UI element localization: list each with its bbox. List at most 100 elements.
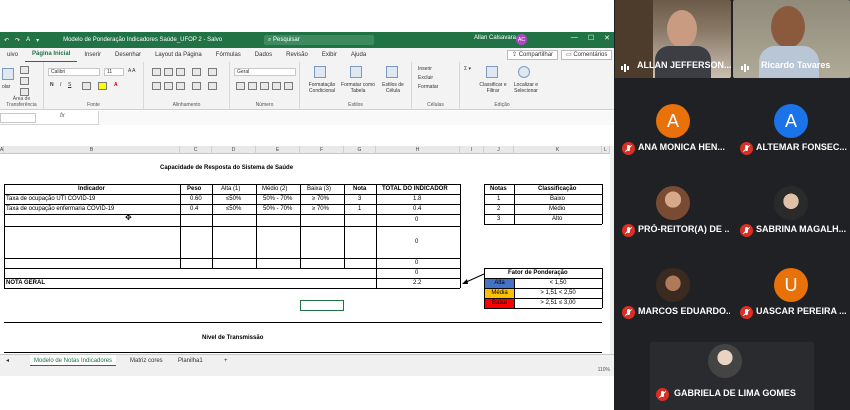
column-header-g[interactable]: G: [344, 146, 376, 154]
sort-filter-label: Classificar e Filtrar: [479, 82, 507, 94]
selected-cell[interactable]: [300, 300, 344, 311]
font-name-select[interactable]: Calibri: [48, 68, 100, 76]
worksheet-grid[interactable]: Capacidade de Resposta do Sistema de Saú…: [0, 154, 610, 354]
column-header-c[interactable]: C: [180, 146, 212, 154]
grow-font-icon[interactable]: A A: [128, 68, 136, 74]
tab-ajuda[interactable]: Ajuda: [344, 48, 373, 62]
format-table-icon[interactable]: [350, 66, 362, 78]
indent-icon[interactable]: [192, 82, 201, 90]
wrap-text-icon[interactable]: [208, 68, 217, 76]
row2-total: 0.4: [413, 206, 422, 212]
find-select-icon[interactable]: [518, 66, 530, 78]
column-header-j[interactable]: J: [484, 146, 514, 154]
font-size-select[interactable]: 11: [104, 68, 124, 76]
column-header-i[interactable]: I: [460, 146, 484, 154]
font-color-icon[interactable]: A: [26, 37, 30, 44]
participant-name: Ricardo Tavares: [761, 60, 831, 70]
sheet-tab-bar: ◂ Modelo de Notas Indicadores Matriz cor…: [0, 354, 614, 367]
align-bottom-icon[interactable]: [176, 68, 185, 76]
insert-cells-button[interactable]: Inserir: [418, 66, 432, 72]
align-right-icon[interactable]: [176, 82, 185, 90]
align-middle-icon[interactable]: [164, 68, 173, 76]
paste-icon[interactable]: [2, 68, 14, 80]
copy-icon[interactable]: [20, 77, 29, 85]
tab-desenhar[interactable]: Desenhar: [108, 48, 148, 62]
participant-name: ALTEMAR FONSEC...: [756, 142, 847, 152]
participant-name: ANA MONICA HEN...: [638, 142, 725, 152]
autosum-icon[interactable]: Σ ▾: [464, 66, 471, 72]
number-format-select[interactable]: Geral: [234, 68, 296, 76]
search-box[interactable]: ⌕ Pesquisar: [264, 35, 374, 45]
align-left-icon[interactable]: [152, 82, 161, 90]
tab-formulas[interactable]: Fórmulas: [209, 48, 248, 62]
column-header-e[interactable]: E: [256, 146, 300, 154]
formula-input[interactable]: [98, 111, 614, 125]
format-painter-icon[interactable]: [20, 88, 29, 96]
borders-icon[interactable]: [82, 82, 91, 90]
fx-icon[interactable]: fx: [60, 113, 65, 119]
currency-icon[interactable]: [236, 82, 245, 90]
conditional-format-icon[interactable]: [314, 66, 326, 78]
column-header-l[interactable]: L: [602, 146, 610, 154]
tab-exibir[interactable]: Exibir: [315, 48, 344, 62]
user-name: Allan Calsavara: [474, 35, 517, 41]
merge-center-icon[interactable]: [208, 82, 217, 90]
cells-group: Inserir Excluir Formatar Células: [412, 62, 460, 110]
nota-geral-label: NOTA GERAL: [6, 280, 45, 286]
column-header-k[interactable]: K: [514, 146, 602, 154]
more-icon[interactable]: ▾: [36, 37, 39, 44]
tab-inserir[interactable]: Inserir: [77, 48, 108, 62]
font-color-icon-ribbon[interactable]: A: [114, 82, 118, 88]
fill-color-icon[interactable]: [98, 82, 107, 90]
minimize-icon[interactable]: —: [571, 34, 578, 42]
cut-icon[interactable]: [20, 66, 29, 74]
participant-tile-gabriela[interactable]: GABRIELA DE LIMA GOMES: [650, 342, 814, 410]
align-center-icon[interactable]: [164, 82, 173, 90]
underline-icon[interactable]: S: [68, 82, 71, 88]
column-header-b[interactable]: B: [4, 146, 180, 154]
tab-layout[interactable]: Layout da Página: [148, 48, 209, 62]
video-tile-allan[interactable]: ALLAN JEFFERSON...: [615, 0, 731, 78]
decrease-decimal-icon[interactable]: [284, 82, 293, 90]
class-row3-nota: 3: [497, 216, 501, 222]
undo-icon[interactable]: ↶: [4, 37, 9, 44]
share-button[interactable]: ⇪ Compartilhar: [507, 50, 559, 60]
tab-pagina-inicial[interactable]: Página Inicial: [25, 47, 78, 63]
redo-icon[interactable]: ↷: [15, 37, 20, 44]
column-header-d[interactable]: D: [212, 146, 256, 154]
percent-icon[interactable]: [248, 82, 257, 90]
delete-cells-button[interactable]: Excluir: [418, 75, 433, 81]
italic-icon[interactable]: I: [60, 82, 61, 88]
name-box[interactable]: [0, 113, 36, 123]
participant-tile-uascar[interactable]: U UASCAR PEREIRA ...: [732, 268, 850, 350]
fator-row-label: Alta: [485, 279, 514, 288]
close-icon[interactable]: ✕: [604, 34, 610, 42]
bold-icon[interactable]: N: [50, 82, 54, 88]
video-tile-ricardo[interactable]: Ricardo Tavares: [733, 0, 850, 78]
row2-indicador: Taxa de ocupação enfermaria COVID-19: [6, 206, 115, 212]
alignment-label: Alinhamento: [172, 102, 201, 108]
zoom-level[interactable]: 110%: [598, 367, 610, 373]
format-cells-button[interactable]: Formatar: [418, 84, 438, 90]
align-top-icon[interactable]: [152, 68, 161, 76]
participant-tile-ana[interactable]: A ANA MONICA HEN...: [614, 100, 732, 182]
tab-dados[interactable]: Dados: [248, 48, 279, 62]
participant-tile-pro-reitor[interactable]: PRÓ-REITOR(A) DE ...: [614, 186, 732, 268]
participant-tile-marcos[interactable]: MARCOS EDUARDO...: [614, 268, 732, 350]
participant-tile-altemar[interactable]: A ALTEMAR FONSEC...: [732, 100, 850, 182]
thousands-icon[interactable]: [260, 82, 269, 90]
column-header-h[interactable]: H: [376, 146, 460, 154]
tab-arquivo[interactable]: uivo: [0, 48, 25, 62]
header-peso: Peso: [187, 186, 202, 192]
user-avatar[interactable]: AC: [516, 34, 527, 45]
orientation-icon[interactable]: [192, 68, 201, 76]
tab-revisao[interactable]: Revisão: [279, 48, 315, 62]
participant-tile-sabrina[interactable]: SABRINA MAGALH...: [732, 186, 850, 268]
increase-decimal-icon[interactable]: [272, 82, 281, 90]
column-header-f[interactable]: F: [300, 146, 344, 154]
cell-styles-icon[interactable]: [386, 66, 398, 78]
sort-filter-icon[interactable]: [486, 66, 498, 78]
maximize-icon[interactable]: ☐: [588, 34, 594, 42]
fator-row-label: Baixa: [485, 299, 514, 308]
comments-button[interactable]: ▭ Comentários: [561, 50, 613, 60]
